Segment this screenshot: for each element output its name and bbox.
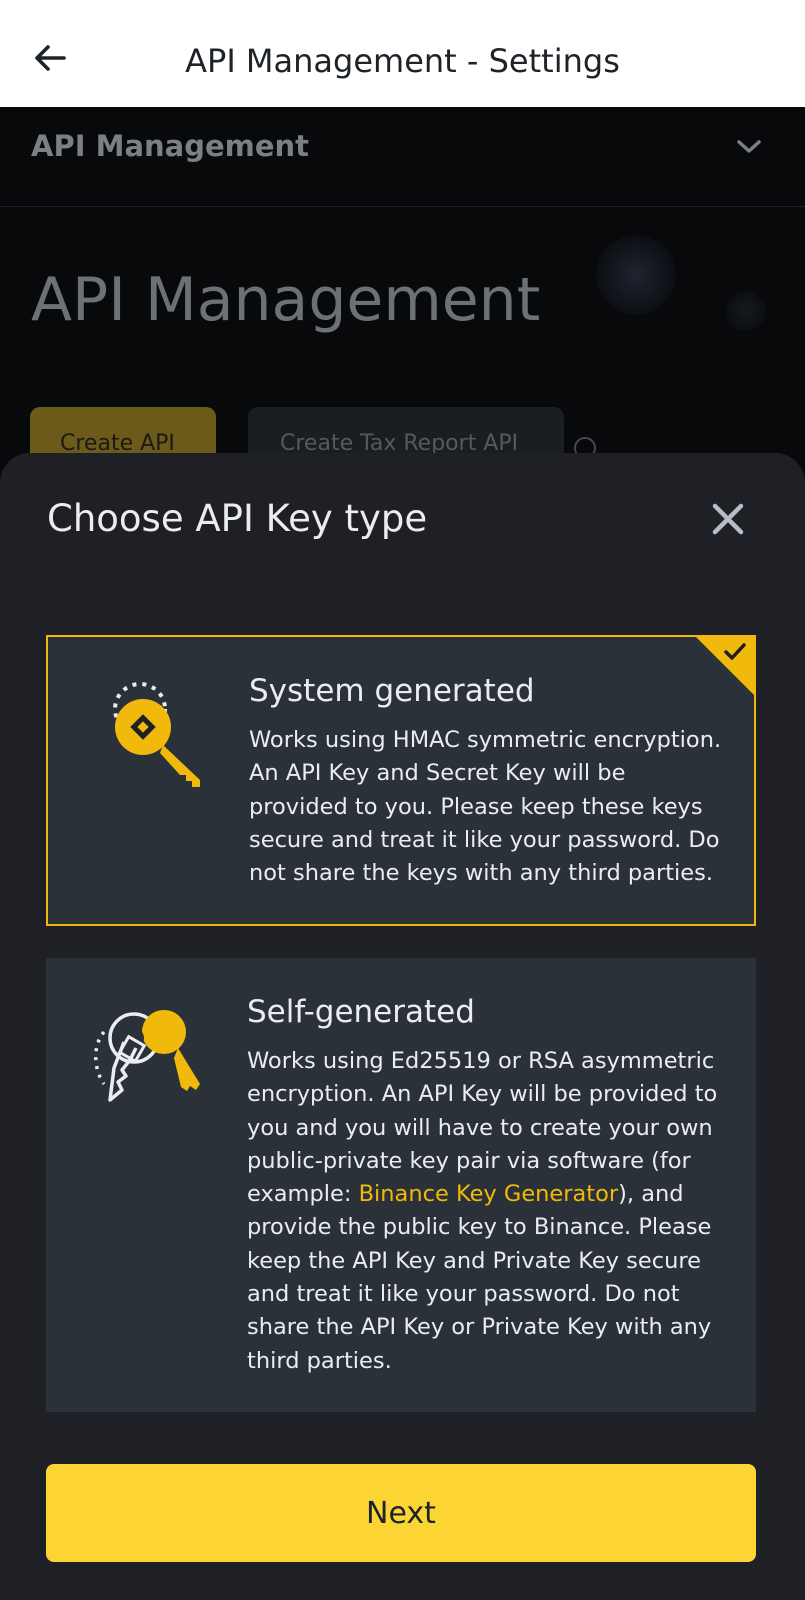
- background-heading: API Management: [31, 265, 541, 335]
- api-key-type-sheet: Choose API Key type System generated Wor…: [0, 453, 805, 1600]
- subnav-dropdown[interactable]: API Management: [0, 107, 805, 207]
- key-icon: [113, 682, 200, 787]
- key-pair-icon: [94, 1010, 200, 1102]
- option-title: System generated: [249, 673, 535, 709]
- decorative-orb: [596, 235, 676, 315]
- option-self-generated[interactable]: Self-generated Works using Ed25519 or RS…: [46, 958, 756, 1412]
- next-button[interactable]: Next: [46, 1464, 756, 1562]
- option-system-generated[interactable]: System generated Works using HMAC symmet…: [46, 635, 756, 926]
- page-title: API Management - Settings: [185, 42, 620, 80]
- option-description: Works using Ed25519 or RSA asymmetric en…: [247, 1045, 723, 1378]
- app-bar: API Management - Settings: [0, 0, 805, 107]
- option-description-part: ), and provide the public key to Binance…: [247, 1181, 712, 1374]
- decorative-orb-small: [726, 291, 766, 331]
- selected-check-icon: [694, 635, 756, 697]
- subnav-label: API Management: [31, 129, 310, 163]
- sheet-title: Choose API Key type: [47, 497, 428, 540]
- option-description: Works using HMAC symmetric encryption. A…: [249, 727, 722, 887]
- chevron-down-icon: [737, 140, 761, 153]
- binance-key-generator-link[interactable]: Binance Key Generator: [359, 1181, 619, 1207]
- close-icon: [712, 503, 744, 535]
- close-button[interactable]: [710, 501, 746, 537]
- option-title: Self-generated: [247, 994, 475, 1030]
